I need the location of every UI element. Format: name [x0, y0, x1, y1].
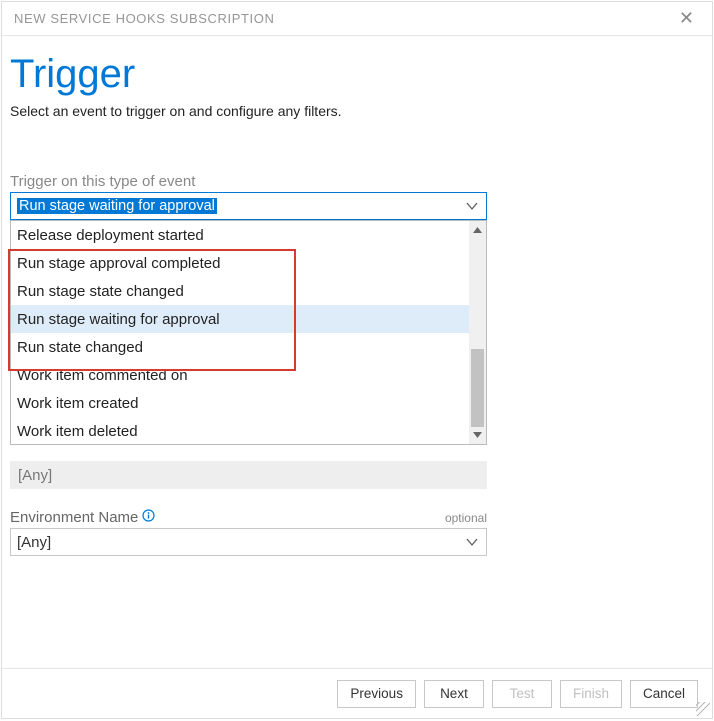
optional-tag: optional: [445, 511, 487, 525]
cancel-button[interactable]: Cancel: [630, 680, 698, 708]
service-hooks-modal: NEW SERVICE HOOKS SUBSCRIPTION ✕ Trigger…: [1, 1, 713, 719]
scroll-up-icon[interactable]: [469, 221, 486, 239]
dropdown-item-label: Release deployment started: [17, 227, 204, 244]
titlebar: NEW SERVICE HOOKS SUBSCRIPTION ✕: [2, 2, 712, 36]
dropdown-item[interactable]: Work item created: [11, 389, 469, 417]
scroll-down-icon[interactable]: [469, 426, 486, 444]
page-subtitle: Select an event to trigger on and config…: [10, 103, 704, 119]
trigger-event-selected: Run stage waiting for approval: [17, 198, 217, 214]
close-button[interactable]: ✕: [673, 6, 700, 31]
wizard-footer: Previous Next Test Finish Cancel: [2, 668, 712, 718]
close-icon: ✕: [679, 8, 694, 28]
page-heading: Trigger: [10, 52, 704, 97]
dropdown-item[interactable]: Work item deleted: [11, 417, 469, 444]
info-icon[interactable]: [142, 509, 155, 526]
dropdown-item[interactable]: Run state changed: [11, 333, 469, 361]
dropdown-item-label: Work item deleted: [17, 423, 138, 440]
resize-grip-icon[interactable]: [696, 702, 710, 716]
chevron-down-icon: [464, 198, 480, 214]
finish-button[interactable]: Finish: [560, 680, 622, 708]
dropdown-scrollbar[interactable]: [469, 221, 486, 444]
environment-value: [Any]: [17, 534, 51, 551]
previous-button[interactable]: Previous: [337, 680, 416, 708]
trigger-event-label: Trigger on this type of event: [10, 173, 704, 190]
dropdown-item-label: Run stage approval completed: [17, 255, 220, 272]
dropdown-list[interactable]: Release deployment started Run stage app…: [11, 221, 469, 444]
chevron-down-icon: [464, 534, 480, 550]
env-label-text: Environment Name: [10, 509, 138, 526]
dropdown-item-label: Work item created: [17, 395, 138, 412]
pipeline-value: [Any]: [18, 467, 52, 484]
env-label: Environment Name: [10, 509, 155, 526]
scroll-thumb[interactable]: [471, 349, 484, 427]
dropdown-item[interactable]: Work item commented on: [11, 361, 469, 389]
dropdown-item[interactable]: Run stage waiting for approval: [11, 305, 469, 333]
modal-content: Trigger Select an event to trigger on an…: [2, 36, 712, 668]
test-button[interactable]: Test: [492, 680, 552, 708]
trigger-event-select[interactable]: Run stage waiting for approval: [10, 192, 487, 220]
dropdown-item-label: Run state changed: [17, 339, 143, 356]
dropdown-item[interactable]: Release deployment started: [11, 221, 469, 249]
environment-select[interactable]: [Any]: [10, 528, 487, 556]
dropdown-item-label: Run stage state changed: [17, 283, 184, 300]
trigger-event-dropdown: Release deployment started Run stage app…: [10, 220, 487, 445]
dropdown-item-label: Run stage waiting for approval: [17, 311, 220, 328]
pipeline-value-row: [Any]: [10, 461, 487, 489]
modal-title: NEW SERVICE HOOKS SUBSCRIPTION: [14, 11, 274, 26]
next-button[interactable]: Next: [424, 680, 484, 708]
dropdown-item-label: Work item commented on: [17, 367, 188, 384]
dropdown-item[interactable]: Run stage approval completed: [11, 249, 469, 277]
env-label-row: Environment Name optional: [10, 509, 487, 526]
dropdown-item[interactable]: Run stage state changed: [11, 277, 469, 305]
